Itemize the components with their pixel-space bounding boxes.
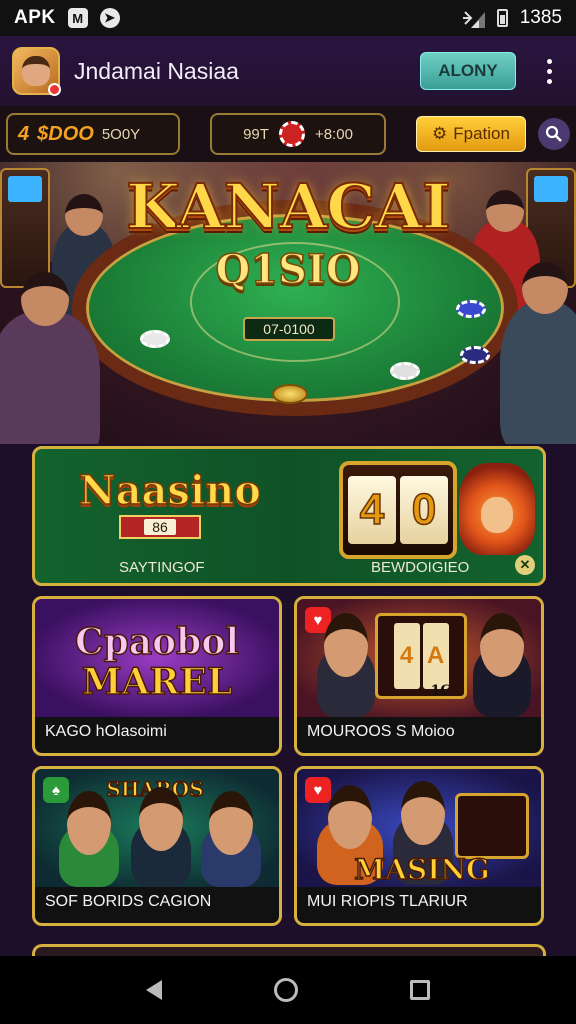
balance-prefix: 4 (18, 122, 30, 145)
game-art: ♥ 4 A 1C (297, 599, 541, 717)
featured-logo: Naasino (78, 466, 261, 515)
game-caption: MOUROOS S Moioo (307, 723, 455, 740)
game-art: ♠ SHAROS (35, 769, 279, 887)
chip-icon (278, 121, 305, 147)
counter-pill[interactable]: 99T +8:00 (210, 113, 386, 155)
game-art-line1: MASING (353, 852, 490, 887)
character-figure (317, 647, 375, 717)
hero-subtitle: Q1SIO (215, 245, 362, 294)
chip-stack-icon (390, 362, 420, 380)
game-card[interactable]: ♠ SHAROS SOF BORIDS CAGION (32, 766, 282, 926)
featured-caption-right: BEWDOIGIEO (371, 559, 470, 576)
battery-icon (496, 9, 508, 27)
ribbon-label: 86 (144, 519, 176, 535)
home-icon[interactable] (274, 978, 298, 1002)
status-time: 1385 (519, 7, 562, 28)
hero-title: KANACAI (125, 169, 452, 244)
reel-label: 1C (430, 683, 452, 699)
system-nav-bar (0, 956, 576, 1024)
app-title: Jndamai Nasiaa (74, 57, 239, 84)
search-icon (545, 125, 562, 142)
character-figure (131, 821, 191, 887)
counter-right: +8:00 (314, 125, 353, 143)
game-art: ♥ MASING (297, 769, 541, 887)
hero-banner[interactable]: KANACAI Q1SIO 07-0100 (0, 162, 576, 444)
fpation-button[interactable]: ⚙ Fpation (416, 116, 526, 152)
alony-button[interactable]: ALONY (420, 52, 516, 90)
arrow-app-icon: ➤ (99, 8, 120, 28)
reel-1: 4 (348, 476, 396, 544)
reel-2: A (422, 623, 449, 689)
game-caption: KAGO hOlasoimi (45, 723, 167, 740)
featured-card[interactable]: Naasino 86 SAYTINGOF 4 0 BEWDOIGIEO ✕ (32, 446, 546, 586)
game-caption: SOF BORIDS CAGION (45, 893, 212, 910)
counter-left: 99T (243, 125, 269, 143)
chip-cup-icon (272, 384, 308, 404)
status-left-label: APK (14, 7, 56, 28)
m-app-icon: M (67, 8, 88, 28)
featured-ribbon: 86 (119, 515, 201, 539)
more-vert-icon[interactable] (534, 51, 564, 91)
player-figure (0, 272, 100, 444)
slot-reels: 4 0 (339, 461, 457, 559)
notification-dot (48, 83, 61, 96)
lion-mascot-icon (459, 463, 535, 555)
featured-caption-left: SAYTINGOF (119, 559, 205, 576)
gear-icon: ⚙ (432, 124, 448, 143)
chip-stack-icon (456, 300, 486, 318)
avatar[interactable] (12, 47, 61, 96)
character-figure (201, 825, 261, 887)
chip-stack-icon (460, 346, 490, 364)
spade-icon: ♠ (43, 777, 69, 803)
balance-suffix: 5O0Y (101, 125, 141, 143)
game-card[interactable]: ♥ 4 A 1C MOUROOS S Moioo (294, 596, 544, 756)
table-sign: 07-0100 (243, 317, 335, 341)
roulette-machine-icon (455, 793, 529, 859)
balance-pill[interactable]: 4 $DOO 5O0Y (6, 113, 181, 155)
game-art: Cpaobol MAREL (35, 599, 279, 717)
status-bar: APK M ➤ 1385 (0, 0, 576, 36)
game-card[interactable]: Cpaobol MAREL KAGO hOlasoimi (32, 596, 282, 756)
game-art-line2: MAREL (81, 660, 233, 704)
heart-icon: ♥ (305, 777, 331, 803)
game-caption: MUI RIOPIS TLARIUR (307, 893, 468, 910)
toolbar: 4 $DOO 5O0Y 99T +8:00 ⚙ Fpation (0, 106, 576, 162)
game-art-line1: Cpaobol (74, 620, 240, 664)
character-figure (59, 825, 119, 887)
wifi-signal-icon (462, 11, 485, 28)
character-figure (473, 647, 531, 717)
close-icon[interactable]: ✕ (515, 555, 535, 575)
reel-1: 4 (393, 623, 420, 689)
balance-highlight: $DOO (37, 122, 94, 145)
player-figure (500, 262, 576, 444)
app-header: Jndamai Nasiaa ALONY (0, 36, 576, 106)
reel-2: 0 (400, 476, 448, 544)
back-icon[interactable] (146, 980, 162, 1000)
search-button[interactable] (538, 118, 570, 150)
game-card[interactable]: ♥ MASING MUI RIOPIS TLARIUR (294, 766, 544, 926)
recents-icon[interactable] (410, 980, 430, 1000)
avatar-face-icon (22, 56, 50, 86)
fpation-label: Fpation (453, 124, 510, 143)
chip-stack-icon (140, 330, 170, 348)
